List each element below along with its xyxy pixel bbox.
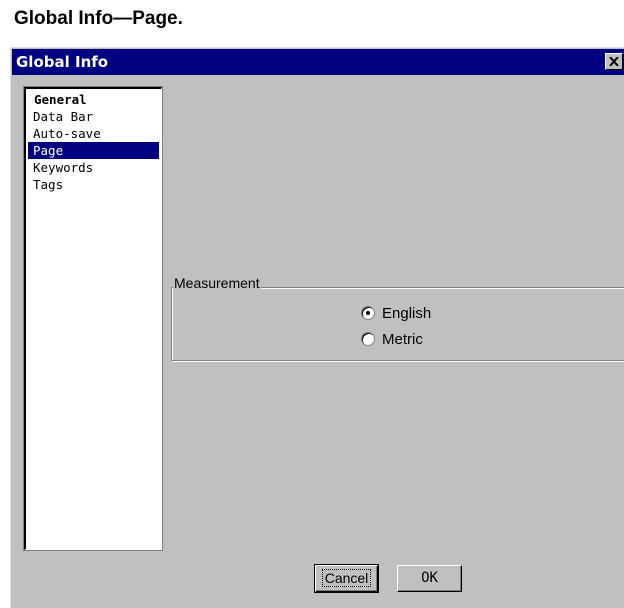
radio-english-button[interactable] (361, 306, 375, 320)
figure-caption: Global Info—Page. (14, 8, 183, 29)
radio-metric-label: Metric (382, 330, 423, 348)
measurement-groupbox (171, 287, 624, 361)
title-bar[interactable]: Global Info (12, 49, 624, 75)
radio-metric[interactable]: Metric (361, 330, 423, 348)
list-item-page[interactable]: Page (28, 142, 159, 159)
close-button[interactable] (605, 53, 623, 70)
cancel-button[interactable]: Cancel (314, 564, 379, 593)
measurement-legend: Measurement (173, 275, 261, 291)
radio-metric-button[interactable] (361, 332, 375, 346)
ok-button[interactable]: OK (397, 565, 462, 592)
ok-button-label: OK (421, 570, 438, 586)
list-item-tags[interactable]: Tags (28, 176, 159, 193)
list-item-general[interactable]: General (28, 91, 159, 108)
global-info-dialog: Global Info General Data Bar Auto-save P… (10, 47, 624, 608)
radio-english[interactable]: English (361, 304, 431, 322)
radio-english-label: English (382, 304, 432, 322)
close-icon (609, 57, 619, 66)
category-list[interactable]: General Data Bar Auto-save Page Keywords… (23, 86, 163, 551)
window-title: Global Info (16, 53, 109, 71)
list-item-auto-save[interactable]: Auto-save (28, 125, 159, 142)
list-item-keywords[interactable]: Keywords (28, 159, 159, 176)
list-item-data-bar[interactable]: Data Bar (28, 108, 159, 125)
cancel-button-label: Cancel (321, 569, 372, 587)
